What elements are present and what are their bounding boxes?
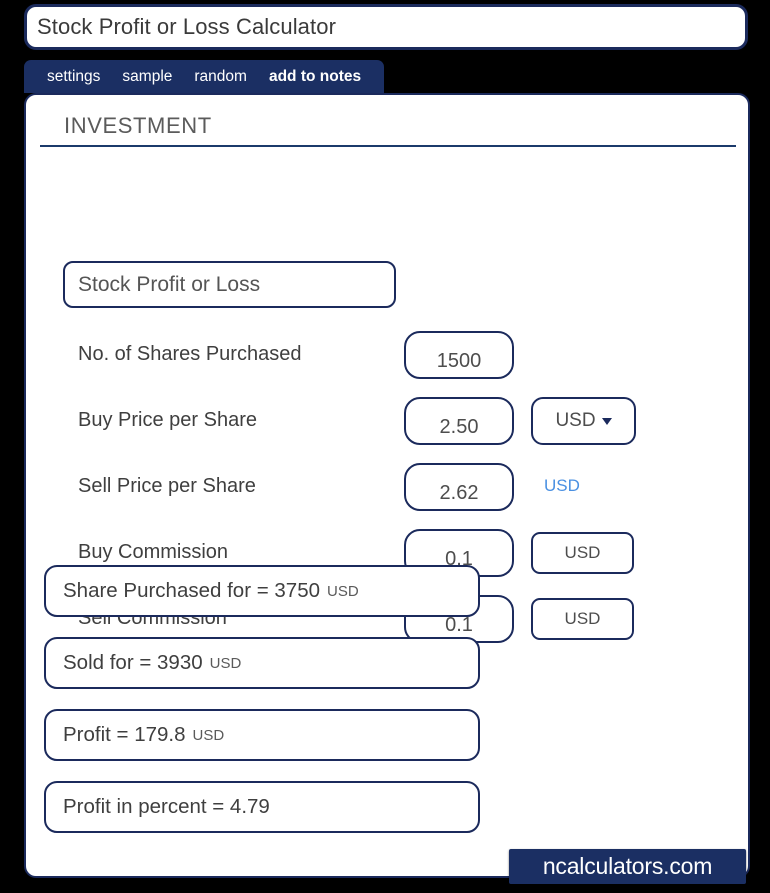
field-row-sell-price: Sell Price per Share 2.62 USD — [26, 457, 748, 515]
result-share-purchased-unit: USD — [327, 582, 359, 600]
input-shares-purchased-value: 1500 — [436, 350, 482, 372]
tab-settings[interactable]: settings — [36, 60, 111, 93]
result-profit-unit: USD — [192, 726, 225, 744]
tab-strip: settings sample random add to notes — [24, 60, 385, 93]
result-share-purchased: Share Purchased for = 3750 USD — [44, 565, 480, 617]
input-sell-price-value: 2.62 — [439, 482, 479, 504]
tab-sample[interactable]: sample — [111, 60, 183, 93]
tab-add-to-notes[interactable]: add to notes — [258, 60, 372, 93]
field-row-buy-price: Buy Price per Share 2.50 USD — [26, 391, 748, 449]
label-buy-price: Buy Price per Share — [78, 408, 257, 431]
tab-random[interactable]: random — [183, 60, 258, 93]
result-share-purchased-text: Share Purchased for = 3750 — [63, 579, 320, 602]
currency-dropdown-buy-price-label: USD — [555, 410, 596, 431]
result-profit-percent: Profit in percent = 4.79 — [44, 781, 480, 833]
chevron-down-icon — [601, 417, 612, 425]
input-shares-purchased[interactable]: 1500 — [404, 331, 514, 379]
currency-box-buy-commission[interactable]: USD — [531, 532, 634, 574]
window-title-bar: Stock Profit or Loss Calculator — [24, 4, 748, 50]
site-watermark-label: ncalculators.com — [542, 853, 713, 879]
input-sell-price[interactable]: 2.62 — [404, 463, 514, 511]
label-shares-purchased: No. of Shares Purchased — [78, 342, 302, 365]
section-heading-label: INVESTMENT — [64, 113, 212, 138]
result-sold-for-unit: USD — [209, 654, 242, 672]
result-profit-percent-text: Profit in percent = 4.79 — [63, 795, 270, 818]
result-profit-text: Profit = 179.8 — [63, 723, 186, 746]
result-sold-for: Sold for = 3930 USD — [44, 637, 480, 689]
label-sell-price: Sell Price per Share — [78, 474, 256, 497]
currency-link-sell-price[interactable]: USD — [544, 457, 580, 515]
page-title: Stock Profit or Loss Calculator — [37, 14, 336, 39]
input-buy-price-value: 2.50 — [439, 416, 479, 438]
calculator-panel: INVESTMENT Stock Profit or Loss No. of S… — [24, 93, 750, 878]
currency-box-sell-commission[interactable]: USD — [531, 598, 634, 640]
field-row-shares: No. of Shares Purchased 1500 — [26, 325, 748, 383]
input-buy-price[interactable]: 2.50 — [404, 397, 514, 445]
input-sell-commission-value: 0.1 — [445, 614, 473, 636]
result-profit: Profit = 179.8 USD — [44, 709, 480, 761]
result-sold-for-text: Sold for = 3930 — [63, 651, 203, 674]
calculator-name-label: Stock Profit or Loss — [78, 272, 261, 296]
currency-dropdown-buy-price[interactable]: USD — [531, 397, 636, 445]
section-header: INVESTMENT — [40, 113, 736, 147]
section-divider — [40, 145, 736, 147]
calculator-name-box[interactable]: Stock Profit or Loss — [63, 261, 396, 308]
site-watermark: ncalculators.com — [509, 849, 746, 884]
app-screen: Stock Profit or Loss Calculator settings… — [0, 0, 770, 893]
